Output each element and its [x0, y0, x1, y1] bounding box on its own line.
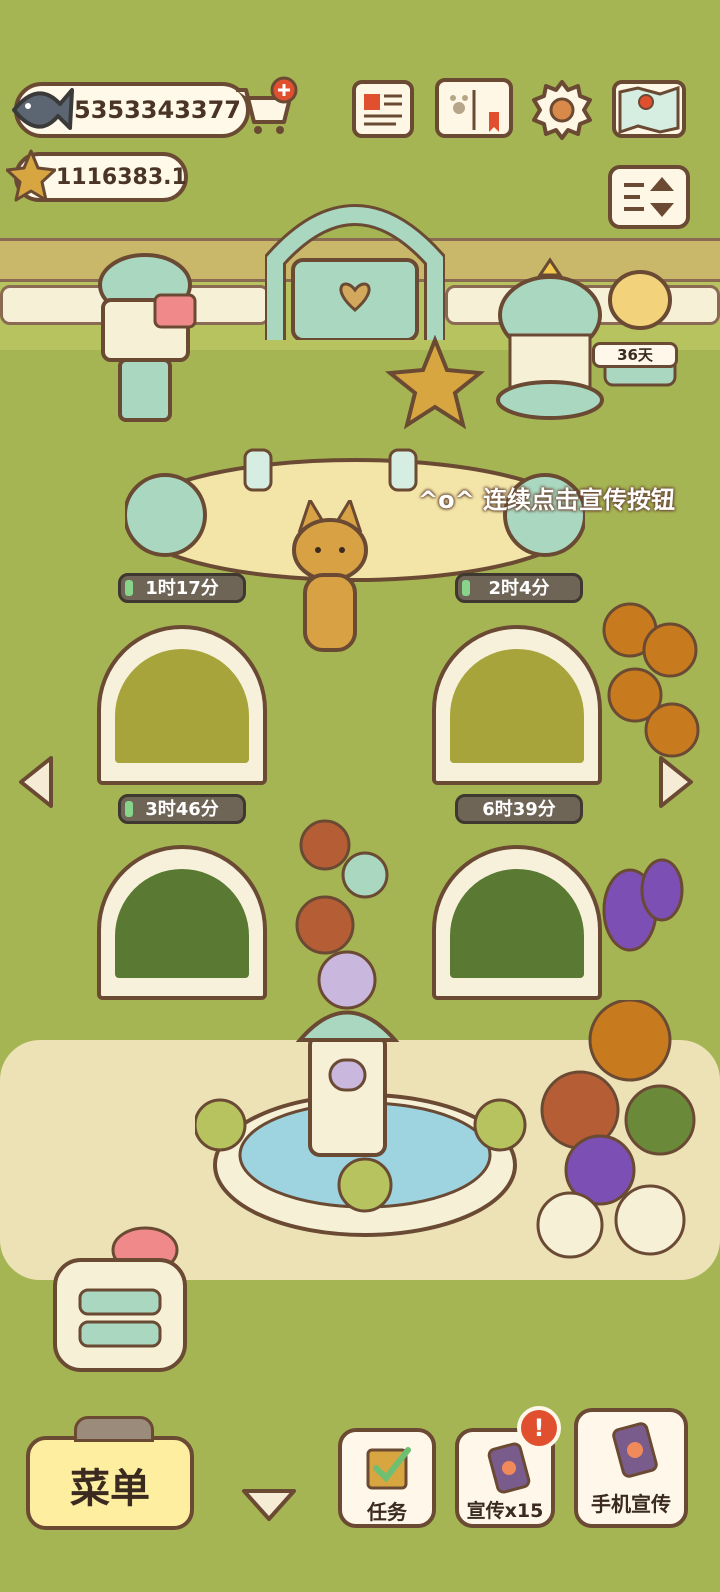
map-icon[interactable]: [612, 80, 686, 138]
garden-arch[interactable]: [264, 190, 446, 342]
timer-text: 6时39分: [482, 799, 556, 820]
greenhouse-soil: [450, 869, 584, 978]
cat-gardener[interactable]: [285, 496, 375, 665]
greenhouse-timer-1: 1时17分: [118, 573, 246, 603]
arrow-left-icon[interactable]: [15, 752, 57, 812]
menu-button-label: 菜单: [70, 1466, 150, 1512]
phone-icon: [483, 1442, 533, 1494]
greenhouse-timer-3: 3时46分: [118, 794, 246, 824]
star-amount: 1116383.1: [56, 165, 187, 190]
greenhouse-timer-2: 2时4分: [455, 573, 583, 603]
carousel-decoration[interactable]: [495, 255, 605, 425]
phone-icon: [606, 1422, 662, 1482]
greenhouse-soil: [115, 869, 249, 978]
task-button-label: 任务: [367, 1500, 407, 1524]
sort-icon[interactable]: [608, 165, 690, 229]
lavender-patch[interactable]: [600, 850, 690, 970]
timer-text: 2时4分: [488, 578, 550, 599]
sunflower-patch[interactable]: [600, 600, 700, 770]
greenhouse-soil: [450, 649, 584, 763]
greenhouse-soil: [115, 649, 249, 763]
sheep-dresser[interactable]: [45, 1220, 195, 1385]
cake-tower[interactable]: [285, 815, 400, 1015]
newspaper-icon[interactable]: [352, 80, 414, 138]
notification-badge: !: [517, 1406, 561, 1450]
shop-cart-plus-icon[interactable]: [232, 76, 302, 138]
gear-icon[interactable]: [530, 78, 594, 142]
paw-book-icon[interactable]: [435, 78, 513, 138]
timer-progress-fill: [462, 580, 470, 596]
timer-text: 3时46分: [145, 799, 219, 820]
timer-text: 1时17分: [145, 578, 219, 599]
menu-button[interactable]: 菜单: [26, 1416, 194, 1530]
dog-statue[interactable]: [600, 260, 680, 390]
greenhouse-timer-4: 6时39分: [455, 794, 583, 824]
promo-hint-text: ^o^ 连续点击宣传按钮: [418, 486, 676, 514]
clipboard-clip-icon: [74, 1416, 154, 1442]
star-icon: [5, 148, 57, 202]
event-days-label: 36天: [592, 342, 678, 368]
cat-house-decoration[interactable]: [95, 250, 205, 430]
chevron-down-icon[interactable]: [240, 1485, 298, 1525]
timer-progress-fill: [125, 801, 133, 817]
fish-amount: 5353343377: [74, 96, 241, 124]
fish-icon: [8, 80, 76, 138]
greenhouse-2[interactable]: [432, 625, 602, 785]
promo-button-label: 宣传x15: [466, 1500, 544, 1522]
checkbox-icon: [364, 1444, 414, 1494]
star-pile[interactable]: [384, 334, 486, 430]
phone-promo-button[interactable]: 手机宣传: [574, 1408, 688, 1528]
greenhouse-4[interactable]: [432, 845, 602, 1000]
fountain[interactable]: [193, 995, 535, 1255]
timer-progress-fill: [125, 580, 133, 596]
task-button[interactable]: 任务: [338, 1428, 436, 1528]
phone-promo-button-label: 手机宣传: [591, 1492, 671, 1516]
arrow-right-icon[interactable]: [655, 752, 697, 812]
flower-bed[interactable]: [510, 998, 710, 1270]
greenhouse-3[interactable]: [97, 845, 267, 1000]
greenhouse-1[interactable]: [97, 625, 267, 785]
